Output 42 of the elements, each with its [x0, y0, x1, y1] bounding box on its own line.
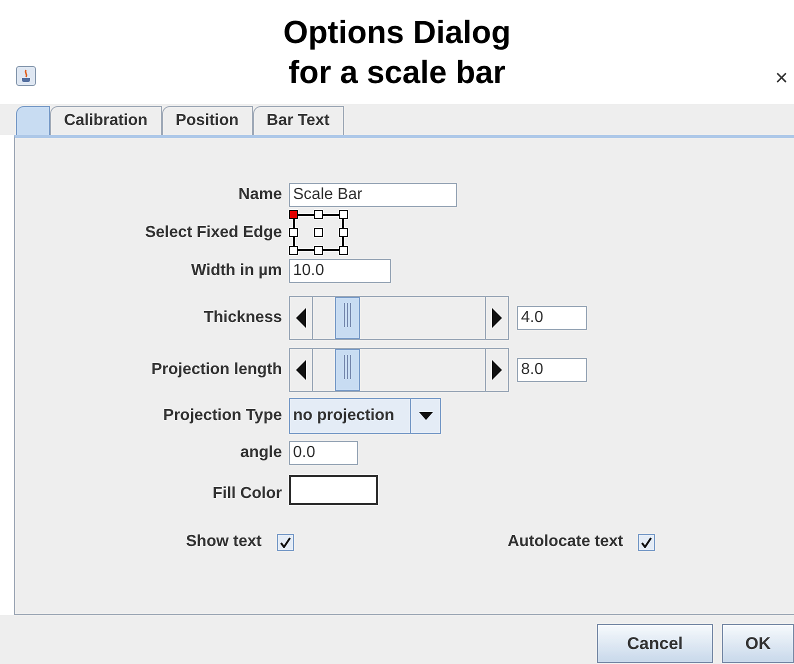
- heading: for a scale bar: [288, 53, 506, 92]
- app-icon: [16, 66, 36, 86]
- angle-field[interactable]: 0.0: [289, 441, 358, 465]
- field-label: Projection Type: [162, 406, 283, 426]
- edge-handle[interactable]: [289, 246, 298, 255]
- dialog-button[interactable]: OK: [722, 624, 794, 663]
- checkbox-label: Autolocate text: [508, 532, 624, 552]
- field-label: Projection length: [150, 360, 283, 380]
- field-label: Fill Color: [212, 484, 283, 504]
- slider[interactable]: [289, 296, 509, 340]
- edge-handle[interactable]: [339, 246, 348, 255]
- field-label: angle: [239, 443, 283, 463]
- dialog-button[interactable]: Cancel: [597, 624, 713, 663]
- value-field[interactable]: 4.0: [517, 306, 587, 330]
- edge-handle[interactable]: [314, 246, 323, 255]
- checkbox-label: Show text: [186, 532, 262, 552]
- checkbox[interactable]: [638, 534, 656, 550]
- field-label: Select Fixed Edge: [144, 223, 283, 243]
- tab[interactable]: Position: [162, 106, 253, 135]
- edge-handle[interactable]: [314, 210, 323, 219]
- edge-selector[interactable]: [289, 210, 349, 256]
- edge-handle[interactable]: [289, 228, 298, 237]
- tab[interactable]: Bar Text: [252, 106, 344, 135]
- heading: Options Dialog: [283, 13, 511, 52]
- tab[interactable]: Calibration: [50, 106, 162, 135]
- slider[interactable]: [289, 348, 509, 392]
- checkbox[interactable]: [276, 534, 294, 550]
- close-button[interactable]: ×: [775, 66, 788, 90]
- width-field[interactable]: 10.0: [289, 259, 391, 283]
- field-label: Name: [237, 185, 283, 205]
- name-field[interactable]: Scale Bar: [289, 183, 457, 207]
- edge-handle[interactable]: [289, 210, 298, 219]
- field-label: Thickness: [202, 308, 283, 328]
- edge-handle[interactable]: [339, 210, 348, 219]
- field-label: Width in µm: [190, 261, 283, 281]
- color-swatch[interactable]: [289, 475, 378, 505]
- edge-handle[interactable]: [314, 228, 323, 237]
- slider-thumb[interactable]: [335, 297, 360, 339]
- slider-thumb[interactable]: [335, 349, 360, 391]
- projection-type-dropdown[interactable]: no projection: [289, 398, 441, 434]
- value-field[interactable]: 8.0: [517, 358, 587, 382]
- edge-handle[interactable]: [339, 228, 348, 237]
